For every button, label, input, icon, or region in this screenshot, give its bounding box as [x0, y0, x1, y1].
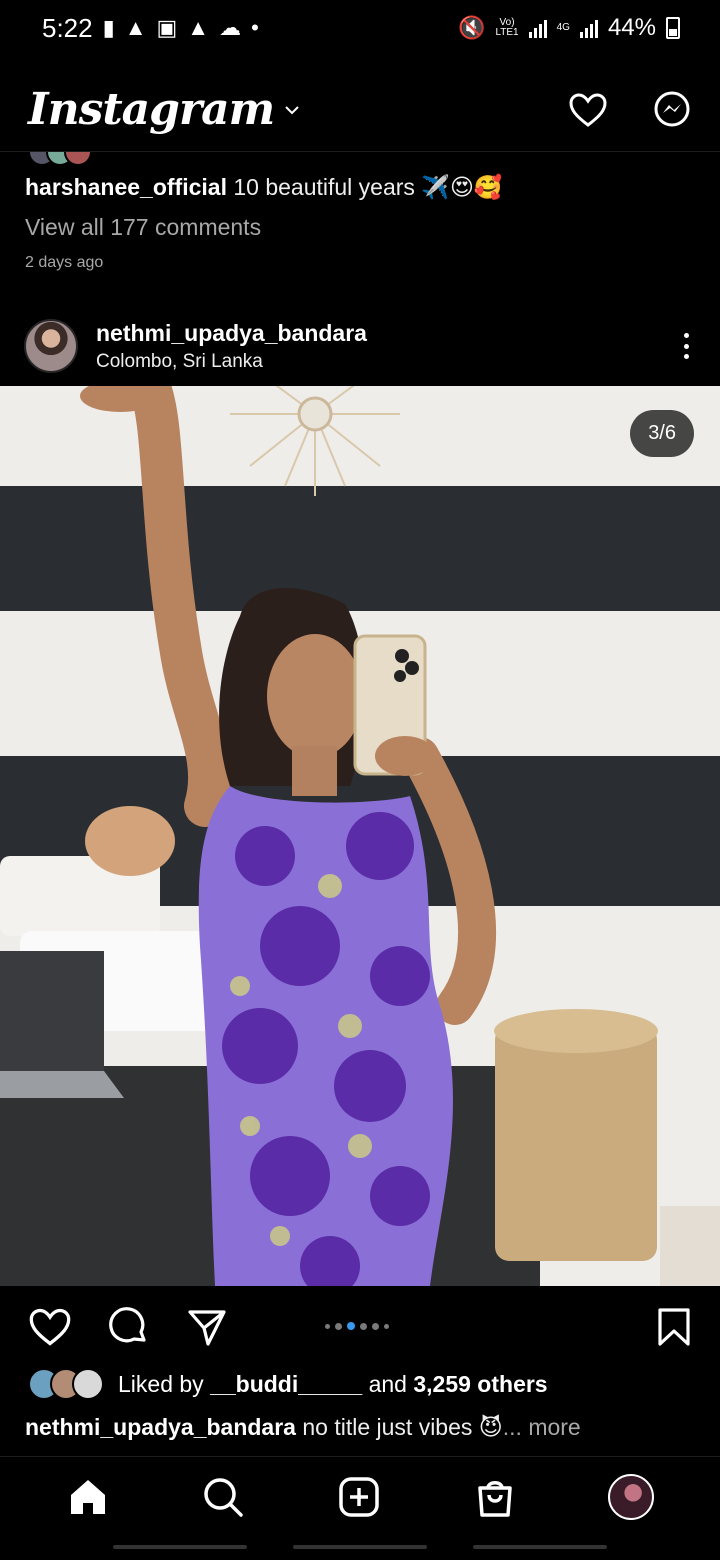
search-icon[interactable]	[201, 1475, 245, 1519]
status-right: 🔇 Vo) LTE1 4G 44%	[458, 14, 680, 42]
heart-icon[interactable]	[568, 92, 608, 128]
status-bar: 5:22 ▮ ▲ ▣ ▲ ☁ • 🔇 Vo) LTE1 4G 44%	[0, 0, 720, 56]
caption-username[interactable]: harshanee_official	[25, 174, 227, 200]
post-location[interactable]: Colombo, Sri Lanka	[96, 351, 367, 373]
add-icon[interactable]	[337, 1475, 381, 1519]
gesture-bar	[0, 1545, 720, 1549]
post-user-info: nethmi_upadya_bandara Colombo, Sri Lanka	[96, 320, 367, 373]
clipped-likes-row	[28, 152, 92, 166]
post-image[interactable]: 3/6	[0, 386, 720, 1286]
post-caption: nethmi_upadya_bandara no title just vibe…	[25, 1414, 581, 1441]
liked-by-user[interactable]: __buddi_____	[210, 1371, 362, 1397]
post-username[interactable]: nethmi_upadya_bandara	[96, 320, 367, 347]
app-header: Instagram	[0, 68, 720, 152]
home-icon[interactable]	[66, 1475, 110, 1519]
post-avatar[interactable]	[24, 319, 78, 373]
caption-username[interactable]: nethmi_upadya_bandara	[25, 1414, 296, 1440]
view-comments-link[interactable]: View all 177 comments	[25, 214, 261, 241]
more-options-icon[interactable]	[676, 331, 696, 361]
previous-post-footer: harshanee_official 10 beautiful years ✈️…	[0, 152, 720, 288]
messenger-icon[interactable]	[652, 90, 692, 130]
liker-avatars	[28, 1368, 104, 1400]
dot-icon: •	[251, 15, 259, 40]
net-type: 4G	[556, 22, 570, 33]
image-counter: 3/6	[630, 410, 694, 457]
posted-time: 2 days ago	[25, 254, 104, 271]
liker-avatars	[28, 152, 92, 166]
heart-icon[interactable]	[28, 1307, 72, 1347]
mute-icon: 🔇	[458, 15, 486, 40]
previous-caption: harshanee_official 10 beautiful years ✈️…	[25, 174, 503, 200]
post-actions-left	[28, 1306, 228, 1348]
brand-switcher[interactable]: Instagram	[28, 84, 300, 135]
comment-icon[interactable]	[108, 1306, 150, 1348]
bottom-nav	[0, 1456, 720, 1536]
alert-icon: ▲	[124, 15, 147, 40]
battery-icon	[666, 17, 680, 39]
likes-text: Liked by __buddi_____ and 3,259 others	[118, 1370, 548, 1397]
profile-avatar[interactable]	[608, 1473, 655, 1520]
battery-percent: 44%	[607, 14, 656, 41]
chevron-down-icon	[285, 105, 299, 114]
volte-indicator: Vo) LTE1	[495, 17, 519, 38]
bookmark-icon[interactable]	[656, 1307, 692, 1347]
carousel-indicator	[325, 1322, 389, 1330]
likes-row[interactable]: Liked by __buddi_____ and 3,259 others	[28, 1368, 548, 1400]
cloud-icon: ☁	[219, 15, 242, 40]
status-time: 5:22	[42, 12, 93, 43]
message-notification-icon: ▮	[102, 15, 115, 40]
post-photo-illustration	[0, 386, 720, 1286]
alert-icon-2: ▲	[187, 15, 210, 40]
instagram-logo: Instagram	[28, 84, 275, 135]
post-actions	[0, 1286, 720, 1368]
status-left: 5:22 ▮ ▲ ▣ ▲ ☁ •	[42, 13, 259, 44]
share-icon[interactable]	[186, 1306, 228, 1348]
facebook-notification-icon: ▣	[156, 15, 178, 40]
signal-icon-2	[579, 18, 598, 38]
liker-avatar	[72, 1368, 104, 1400]
post-header: nethmi_upadya_bandara Colombo, Sri Lanka	[0, 306, 720, 386]
header-actions	[568, 90, 692, 130]
likes-count[interactable]: 3,259 others	[413, 1371, 547, 1397]
caption-text: no title just vibes 😈	[295, 1414, 503, 1440]
signal-icon	[528, 18, 547, 38]
shop-icon[interactable]	[473, 1475, 517, 1519]
caption-more-link[interactable]: ... more	[503, 1414, 581, 1440]
